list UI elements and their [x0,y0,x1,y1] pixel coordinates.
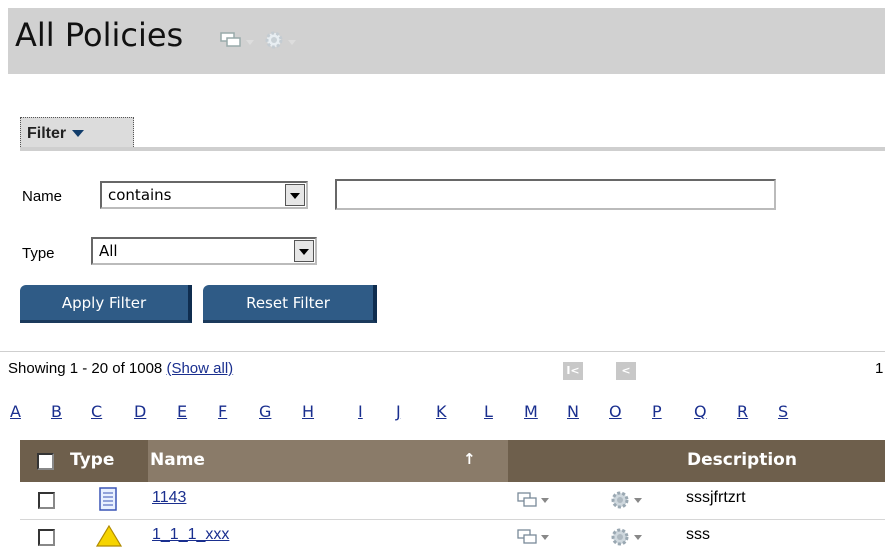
showing-text: Showing 1 - 20 of 1008 [8,360,163,377]
page-title: All Policies [15,16,184,54]
name-operator-select[interactable]: contains [100,181,308,209]
select-all-checkbox[interactable] [37,453,54,470]
chevron-down-icon[interactable] [541,498,549,503]
chevron-down-icon[interactable] [634,498,642,503]
name-filter-input[interactable] [335,179,776,210]
current-page: 1 [875,360,884,377]
alpha-link-r[interactable]: R [737,402,748,421]
alpha-link-f[interactable]: F [218,402,227,421]
gear-icon[interactable] [610,527,630,551]
name-label: Name [22,188,63,205]
divider [0,351,885,352]
gear-icon[interactable] [264,30,284,54]
alpha-link-h[interactable]: H [302,402,314,421]
alpha-link-s[interactable]: S [778,402,788,421]
type-label: Type [22,245,55,262]
first-page-button[interactable]: I< [563,362,583,380]
reset-filter-button[interactable]: Reset Filter [203,285,377,323]
table-row: 1_1_1_xxx sss [20,520,885,556]
filter-divider [20,147,885,151]
title-actions [220,30,296,54]
alpha-link-e[interactable]: E [177,402,187,421]
windows-icon[interactable] [517,528,539,550]
sort-asc-icon[interactable]: ↑ [463,450,476,468]
document-icon [98,487,118,515]
name-column-label[interactable]: Name [150,450,205,470]
results-summary: Showing 1 - 20 of 1008 (Show all) [8,360,233,377]
gear-icon[interactable] [610,490,630,514]
type-column-label[interactable]: Type [70,450,114,470]
alphabet-nav: A B C D E F G H I J K L M N O P Q R S [0,402,885,422]
apply-filter-button[interactable]: Apply Filter [20,285,192,323]
warning-icon [95,524,123,551]
type-select-value: All [99,242,118,260]
windows-icon[interactable] [517,491,539,513]
alpha-link-c[interactable]: C [91,402,102,421]
alpha-link-m[interactable]: M [524,402,538,421]
row-checkbox[interactable] [38,492,55,509]
chevron-down-icon[interactable] [541,535,549,540]
prev-page-button[interactable]: < [616,362,636,380]
table-header: Type Name ↑ Description [20,440,885,482]
alpha-link-g[interactable]: G [259,402,271,421]
type-select[interactable]: All [91,237,317,265]
filter-tab[interactable]: Filter [20,117,134,151]
table-row: 1143 sssjfrtzrt [20,483,885,519]
filter-tab-label: Filter [27,125,67,142]
alpha-link-d[interactable]: D [134,402,146,421]
alpha-link-o[interactable]: O [609,402,622,421]
description-column-label[interactable]: Description [687,450,797,470]
alpha-link-i[interactable]: I [358,402,363,421]
policy-description: sssjfrtzrt [686,489,746,506]
alpha-link-b[interactable]: B [51,402,62,421]
alpha-link-k[interactable]: K [436,402,447,421]
show-all-link[interactable]: (Show all) [166,360,233,377]
alpha-link-a[interactable]: A [10,402,21,421]
alpha-link-q[interactable]: Q [694,402,707,421]
windows-icon[interactable] [220,31,242,53]
alpha-link-l[interactable]: L [484,402,493,421]
policy-description: sss [686,526,710,543]
dropdown-arrow-icon[interactable] [285,184,305,206]
chevron-down-icon[interactable] [634,535,642,540]
name-operator-value: contains [108,186,172,204]
policy-name-link[interactable]: 1_1_1_xxx [152,526,229,544]
chevron-down-icon[interactable] [288,39,296,45]
alpha-link-j[interactable]: J [396,402,401,421]
alpha-link-n[interactable]: N [567,402,579,421]
row-checkbox[interactable] [38,529,55,546]
dropdown-arrow-icon[interactable] [294,240,314,262]
chevron-down-icon [72,130,85,138]
policy-name-link[interactable]: 1143 [152,489,186,507]
alpha-link-p[interactable]: P [652,402,662,421]
chevron-down-icon[interactable] [246,39,254,45]
